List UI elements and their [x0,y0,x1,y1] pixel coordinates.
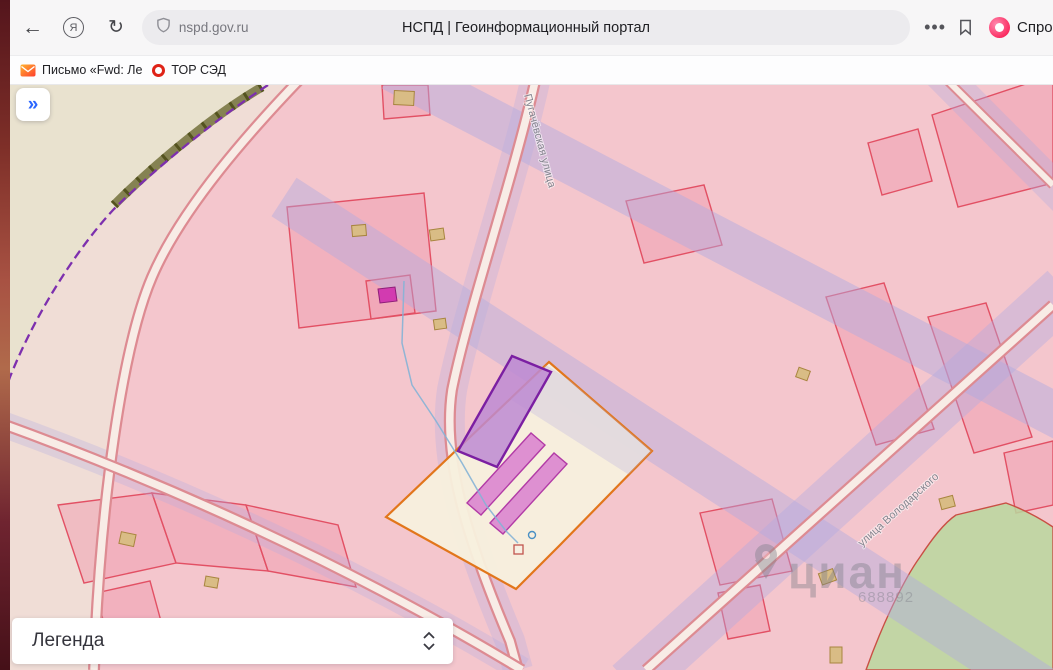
alice-assistant-icon[interactable] [989,17,1010,38]
building-tan[interactable] [351,223,368,238]
legend-title: Легенда [32,630,105,651]
bookmark-flag-icon[interactable] [958,19,973,36]
bookmark-label: ТОР СЭД [171,63,226,77]
bookmark-mail-letter[interactable]: Письмо «Fwd: Ле [20,63,142,77]
page-title: НСПД | Геоинформационный портал [402,19,650,36]
site-url: nspd.gov.ru [178,20,249,35]
browser-toolbar: ← Я ↻ nspd.gov.ru НСПД | Геоинформационн… [0,0,1053,56]
refresh-button[interactable]: ↻ [108,18,124,37]
mail-icon [20,64,36,76]
legend-panel[interactable]: Легенда [12,618,453,664]
back-button[interactable]: ← [22,17,43,38]
watermark-digits: 688892 [858,589,914,606]
bookmarks-bar: Письмо «Fwd: Ле ТОР СЭД [0,56,1053,85]
tor-sed-icon [152,63,166,77]
building-magenta-small[interactable] [377,286,398,304]
building-tan[interactable] [428,227,446,242]
watermark-pin-hole [762,551,770,559]
bookmark-label: Письмо «Fwd: Ле [42,63,143,77]
sidebar-expand-button[interactable]: » [16,88,50,121]
map-canvas[interactable]: Пугачёвская улица улица Володарского циа… [0,85,1053,670]
building-tan[interactable] [393,89,415,107]
utility-well-marker[interactable] [513,544,524,555]
desktop-edge-strip [0,0,10,670]
alice-inner-dot [995,23,1004,32]
bookmark-tor-sed[interactable]: ТОР СЭД [152,63,226,77]
building-tan[interactable] [203,575,220,589]
extensions-more-icon[interactable]: ••• [924,17,946,38]
yandex-icon[interactable]: Я [63,17,84,38]
assistant-label[interactable]: Спро [1017,19,1053,36]
building-tan[interactable] [432,317,448,331]
building-tan[interactable] [118,531,137,548]
building-tan[interactable] [829,646,843,664]
map-viewport[interactable]: Пугачёвская улица улица Володарского циа… [0,85,1053,670]
legend-collapse-icon[interactable] [421,630,437,652]
address-bar[interactable]: nspd.gov.ru НСПД | Геоинформационный пор… [141,10,911,45]
